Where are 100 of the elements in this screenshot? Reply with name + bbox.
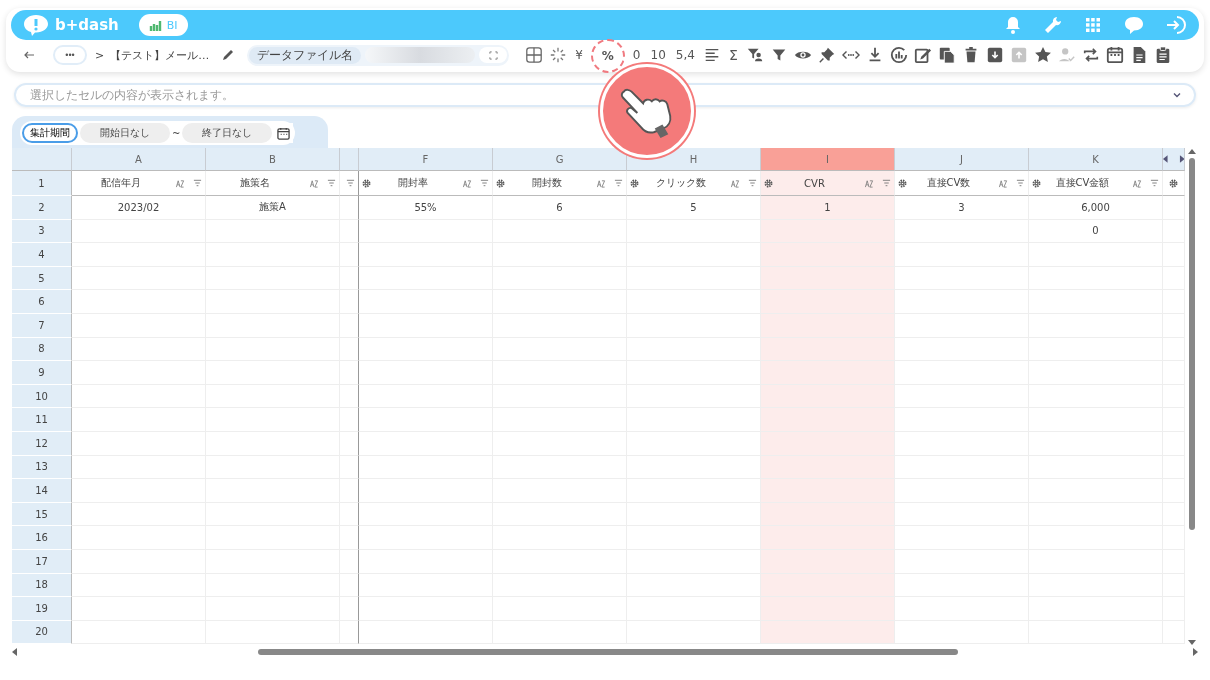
star-icon[interactable]: [1033, 46, 1052, 64]
row-number[interactable]: 17: [12, 549, 72, 574]
wrench-icon[interactable]: [1043, 15, 1063, 35]
file-name-field[interactable]: [365, 47, 476, 63]
sort-icon[interactable]: [730, 178, 740, 188]
column-letter-header[interactable]: [340, 148, 359, 171]
table-cell[interactable]: 2023/02: [72, 196, 206, 220]
formula-bar-field[interactable]: 選択したセルの内容が表示されます。: [14, 83, 1196, 107]
gear-icon[interactable]: [764, 178, 773, 188]
column-letter-header[interactable]: J: [895, 148, 1029, 171]
table-cell[interactable]: [340, 597, 359, 621]
more-button[interactable]: •••: [53, 45, 87, 65]
number-format-button[interactable]: 0: [630, 48, 643, 62]
row-number[interactable]: 15: [12, 502, 72, 527]
expand-button[interactable]: [479, 47, 508, 63]
column-letter-header[interactable]: F: [359, 148, 493, 171]
cell-content-field[interactable]: 選択したセルの内容が表示されます。: [28, 87, 1172, 103]
gear-icon[interactable]: [496, 178, 505, 188]
row-number[interactable]: 10: [12, 384, 72, 409]
row-number[interactable]: 19: [12, 597, 72, 621]
table-cell[interactable]: 6,000: [1029, 196, 1163, 220]
column-letter-header[interactable]: G: [493, 148, 627, 171]
row-number[interactable]: 8: [12, 337, 72, 362]
sort-icon[interactable]: [864, 178, 874, 188]
table-cell[interactable]: [340, 219, 359, 244]
sort-icon[interactable]: [596, 178, 606, 188]
start-date-button[interactable]: 開始日なし: [80, 123, 170, 143]
row-number[interactable]: 20: [12, 620, 72, 645]
edit-icon[interactable]: [913, 46, 932, 64]
sum-button[interactable]: Σ: [726, 48, 740, 62]
calendar-button[interactable]: [274, 123, 294, 143]
table-cell[interactable]: [340, 337, 359, 362]
calendar-icon[interactable]: [1105, 46, 1124, 64]
table-cell[interactable]: [340, 502, 359, 527]
table-cell[interactable]: [340, 266, 359, 291]
gear-icon[interactable]: [1032, 178, 1041, 188]
row-number[interactable]: 11: [12, 408, 72, 432]
column-letter-header[interactable]: A: [72, 148, 206, 171]
number-format-button[interactable]: 5,4: [673, 48, 697, 62]
table-cell[interactable]: [340, 196, 359, 220]
table-icon[interactable]: [525, 46, 544, 64]
row-number[interactable]: 7: [12, 313, 72, 338]
vertical-scrollbar[interactable]: [1187, 148, 1197, 646]
number-format-button[interactable]: 10: [648, 48, 668, 62]
gear-icon[interactable]: [898, 178, 907, 188]
table-cell[interactable]: [340, 313, 359, 338]
archive-icon[interactable]: [985, 46, 1004, 64]
table-cell[interactable]: [340, 431, 359, 456]
end-date-button[interactable]: 終了日なし: [182, 123, 273, 143]
scroll-right-icon[interactable]: [1192, 648, 1198, 656]
sort-icon[interactable]: [462, 178, 472, 188]
table-cell[interactable]: [340, 549, 359, 574]
period-label-button[interactable]: 集計期間: [22, 123, 78, 143]
table-cell[interactable]: [340, 455, 359, 480]
chat-bubble-icon[interactable]: [1123, 15, 1145, 35]
row-number[interactable]: 14: [12, 479, 72, 503]
breadcrumb-title[interactable]: 【テスト】メール…: [110, 47, 210, 63]
table-cell[interactable]: [340, 243, 359, 267]
chevron-down-icon[interactable]: [1172, 90, 1182, 100]
table-cell[interactable]: 6: [493, 196, 627, 220]
row-number[interactable]: 16: [12, 526, 72, 550]
table-cell[interactable]: 1: [761, 196, 895, 220]
table-cell[interactable]: [340, 361, 359, 385]
pencil-icon[interactable]: [221, 48, 236, 62]
gear-icon[interactable]: [1169, 178, 1178, 188]
table-cell[interactable]: 施策A: [206, 196, 340, 220]
row-number[interactable]: 6: [12, 290, 72, 314]
column-letter-header[interactable]: B: [206, 148, 340, 171]
table-cell[interactable]: 3: [895, 196, 1029, 220]
row-number[interactable]: 3: [12, 219, 72, 244]
number-format-button[interactable]: ¥: [573, 48, 585, 62]
sort-icon[interactable]: [998, 178, 1008, 188]
row-number[interactable]: 5: [12, 266, 72, 291]
table-cell[interactable]: [340, 573, 359, 598]
sort-icon[interactable]: [1132, 178, 1142, 188]
scroll-right-icon[interactable]: [1178, 155, 1184, 163]
gear-icon[interactable]: [362, 178, 371, 188]
table-cell[interactable]: [340, 620, 359, 645]
column-letter-header[interactable]: K: [1029, 148, 1163, 171]
horizontal-scrollbar[interactable]: [12, 646, 1198, 658]
sort-icon[interactable]: [175, 178, 185, 188]
row-number[interactable]: 13: [12, 455, 72, 480]
swap-icon[interactable]: [1081, 46, 1100, 64]
row-number[interactable]: 9: [12, 361, 72, 385]
logout-icon[interactable]: [1165, 15, 1187, 35]
row-number[interactable]: 18: [12, 573, 72, 598]
row-number[interactable]: 4: [12, 243, 72, 267]
scroll-down-icon[interactable]: [1188, 640, 1196, 646]
back-arrow-icon[interactable]: [23, 49, 35, 61]
row-number[interactable]: 1: [12, 171, 72, 196]
table-cell[interactable]: [340, 408, 359, 432]
sort-icon[interactable]: [309, 178, 319, 188]
scroll-up-icon[interactable]: [1188, 148, 1196, 154]
table-cell[interactable]: 0: [1029, 219, 1163, 244]
table-cell[interactable]: [340, 384, 359, 409]
table-cell[interactable]: 55%: [359, 196, 493, 220]
table-cell[interactable]: [340, 479, 359, 503]
pin-icon[interactable]: [817, 46, 836, 64]
table-cell[interactable]: [340, 290, 359, 314]
table-cell[interactable]: [340, 526, 359, 550]
